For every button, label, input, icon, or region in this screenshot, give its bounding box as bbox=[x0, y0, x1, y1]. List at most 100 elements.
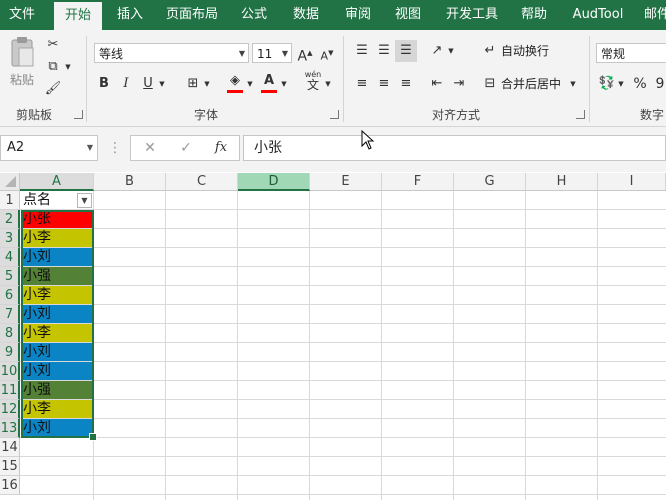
row-header[interactable]: 7 bbox=[0, 305, 20, 324]
clipboard-group-label: 剪贴板 bbox=[15, 108, 52, 122]
gridline bbox=[20, 342, 666, 343]
align-top-icon[interactable]: ☰ bbox=[353, 42, 371, 60]
align-bottom-icon[interactable]: ☰ bbox=[395, 40, 417, 62]
copy-icon[interactable]: ⧉ bbox=[44, 58, 62, 76]
tab-mail[interactable]: 邮件 bbox=[642, 0, 666, 30]
row-header[interactable]: 14 bbox=[0, 438, 20, 457]
select-all-icon bbox=[5, 176, 16, 187]
column-header-g[interactable]: G bbox=[454, 173, 526, 191]
comma-style-button[interactable]: 9 bbox=[652, 75, 666, 93]
fill-color-dropdown-icon[interactable]: ▼ bbox=[246, 75, 254, 93]
shrink-font-icon[interactable]: A▼ bbox=[318, 44, 336, 66]
merge-center-button[interactable]: 合并后居中 bbox=[501, 75, 561, 93]
chevron-down-icon: ▼ bbox=[281, 49, 288, 58]
row-header[interactable]: 2 bbox=[0, 210, 20, 229]
row-header[interactable]: 10 bbox=[0, 362, 20, 381]
tab-view[interactable]: 视图 bbox=[388, 0, 428, 30]
merge-center-icon[interactable]: ⊟ bbox=[481, 75, 499, 93]
worksheet-grid[interactable]: A B C D E F G H I 1 2 3 4 5 6 7 8 9 10 1… bbox=[0, 173, 666, 500]
column-header-d[interactable]: D bbox=[238, 173, 310, 191]
tab-review[interactable]: 审阅 bbox=[338, 0, 378, 30]
column-header-b[interactable]: B bbox=[94, 173, 166, 191]
tab-audtool[interactable]: AudTool bbox=[566, 0, 630, 30]
wrap-text-icon[interactable]: ↵ bbox=[481, 42, 499, 60]
group-separator bbox=[589, 36, 590, 122]
row-header[interactable]: 4 bbox=[0, 248, 20, 267]
tab-developer[interactable]: 开发工具 bbox=[440, 0, 504, 30]
paste-button[interactable]: 粘贴 bbox=[6, 36, 38, 88]
merge-dropdown-icon[interactable]: ▼ bbox=[569, 75, 577, 93]
gridline bbox=[20, 266, 666, 267]
enter-icon[interactable]: ✓ bbox=[174, 135, 198, 161]
row-header[interactable]: 12 bbox=[0, 400, 20, 419]
row-header[interactable]: 8 bbox=[0, 324, 20, 343]
tab-file[interactable]: 文件 bbox=[0, 0, 44, 30]
cut-icon[interactable]: ✂ bbox=[44, 36, 62, 54]
column-header-i[interactable]: I bbox=[598, 173, 666, 191]
row-header[interactable]: 5 bbox=[0, 267, 20, 286]
tab-help[interactable]: 帮助 bbox=[514, 0, 554, 30]
grow-font-icon[interactable]: A▲ bbox=[296, 44, 314, 66]
row-header[interactable]: 9 bbox=[0, 343, 20, 362]
font-color-icon[interactable]: A bbox=[260, 72, 278, 93]
tab-home[interactable]: 开始 bbox=[54, 2, 102, 30]
borders-icon[interactable]: ⊞ bbox=[184, 75, 202, 93]
number-format-select[interactable]: 常规 bbox=[596, 43, 666, 63]
percent-button[interactable]: % bbox=[632, 75, 648, 93]
clipboard-launcher-icon[interactable] bbox=[74, 110, 83, 119]
align-right-icon[interactable]: ≡ bbox=[397, 75, 415, 93]
tab-insert[interactable]: 插入 bbox=[110, 0, 150, 30]
select-all-corner[interactable] bbox=[0, 173, 20, 191]
accounting-format-icon[interactable]: 💱 bbox=[598, 75, 616, 93]
alignment-launcher-icon[interactable] bbox=[576, 110, 585, 119]
wrap-text-button[interactable]: 自动换行 bbox=[501, 42, 549, 60]
gridline bbox=[381, 191, 382, 500]
font-name-select[interactable]: 等线 ▼ bbox=[94, 43, 249, 63]
name-box[interactable]: A2 ▼ bbox=[0, 135, 98, 161]
font-launcher-icon[interactable] bbox=[330, 110, 339, 119]
tab-data[interactable]: 数据 bbox=[286, 0, 326, 30]
row-header[interactable]: 1 bbox=[0, 191, 20, 210]
underline-dropdown-icon[interactable]: ▼ bbox=[158, 75, 166, 93]
filter-dropdown-icon[interactable]: ▼ bbox=[77, 193, 92, 208]
underline-button[interactable]: U bbox=[140, 75, 156, 93]
accounting-dropdown-icon[interactable]: ▼ bbox=[617, 75, 625, 93]
phonetic-dropdown-icon[interactable]: ▼ bbox=[324, 75, 332, 93]
phonetic-icon[interactable]: wén 文 bbox=[302, 70, 324, 92]
row-header[interactable]: 15 bbox=[0, 457, 20, 476]
fill-handle[interactable] bbox=[89, 433, 97, 441]
column-header-c[interactable]: C bbox=[166, 173, 238, 191]
column-header-e[interactable]: E bbox=[310, 173, 382, 191]
row-header[interactable]: 6 bbox=[0, 286, 20, 305]
align-left-icon[interactable]: ≡ bbox=[353, 75, 371, 93]
fill-color-icon[interactable]: ◈ bbox=[226, 72, 244, 93]
align-center-icon[interactable]: ≡ bbox=[375, 75, 393, 93]
increase-indent-icon[interactable]: ⇥ bbox=[450, 75, 468, 93]
orientation-dropdown-icon[interactable]: ▼ bbox=[447, 42, 455, 60]
orientation-icon[interactable]: ↗ bbox=[428, 42, 446, 60]
row-header[interactable]: 13 bbox=[0, 419, 20, 438]
font-size-select[interactable]: 11 ▼ bbox=[252, 43, 292, 63]
italic-button[interactable]: I bbox=[118, 75, 134, 93]
row-header[interactable]: 16 bbox=[0, 476, 20, 495]
row-header[interactable]: 11 bbox=[0, 381, 20, 400]
font-color-dropdown-icon[interactable]: ▼ bbox=[280, 75, 288, 93]
copy-dropdown-icon[interactable]: ▼ bbox=[63, 58, 73, 76]
gridline bbox=[20, 494, 666, 495]
align-middle-icon[interactable]: ☰ bbox=[375, 42, 393, 60]
more-options-icon[interactable]: ⋮ bbox=[108, 135, 122, 161]
cancel-icon[interactable]: ✕ bbox=[138, 135, 162, 161]
gridline bbox=[20, 475, 666, 476]
column-header-h[interactable]: H bbox=[526, 173, 598, 191]
decrease-indent-icon[interactable]: ⇤ bbox=[428, 75, 446, 93]
column-header-a[interactable]: A bbox=[20, 173, 94, 191]
bold-button[interactable]: B bbox=[96, 75, 112, 93]
format-painter-icon[interactable]: 🖌 bbox=[44, 80, 62, 98]
borders-dropdown-icon[interactable]: ▼ bbox=[203, 75, 211, 93]
formula-input[interactable]: 小张 bbox=[243, 135, 666, 161]
tab-page-layout[interactable]: 页面布局 bbox=[160, 0, 224, 30]
insert-function-icon[interactable]: fx bbox=[208, 135, 234, 161]
column-header-f[interactable]: F bbox=[382, 173, 454, 191]
row-header[interactable]: 3 bbox=[0, 229, 20, 248]
tab-formulas[interactable]: 公式 bbox=[234, 0, 274, 30]
